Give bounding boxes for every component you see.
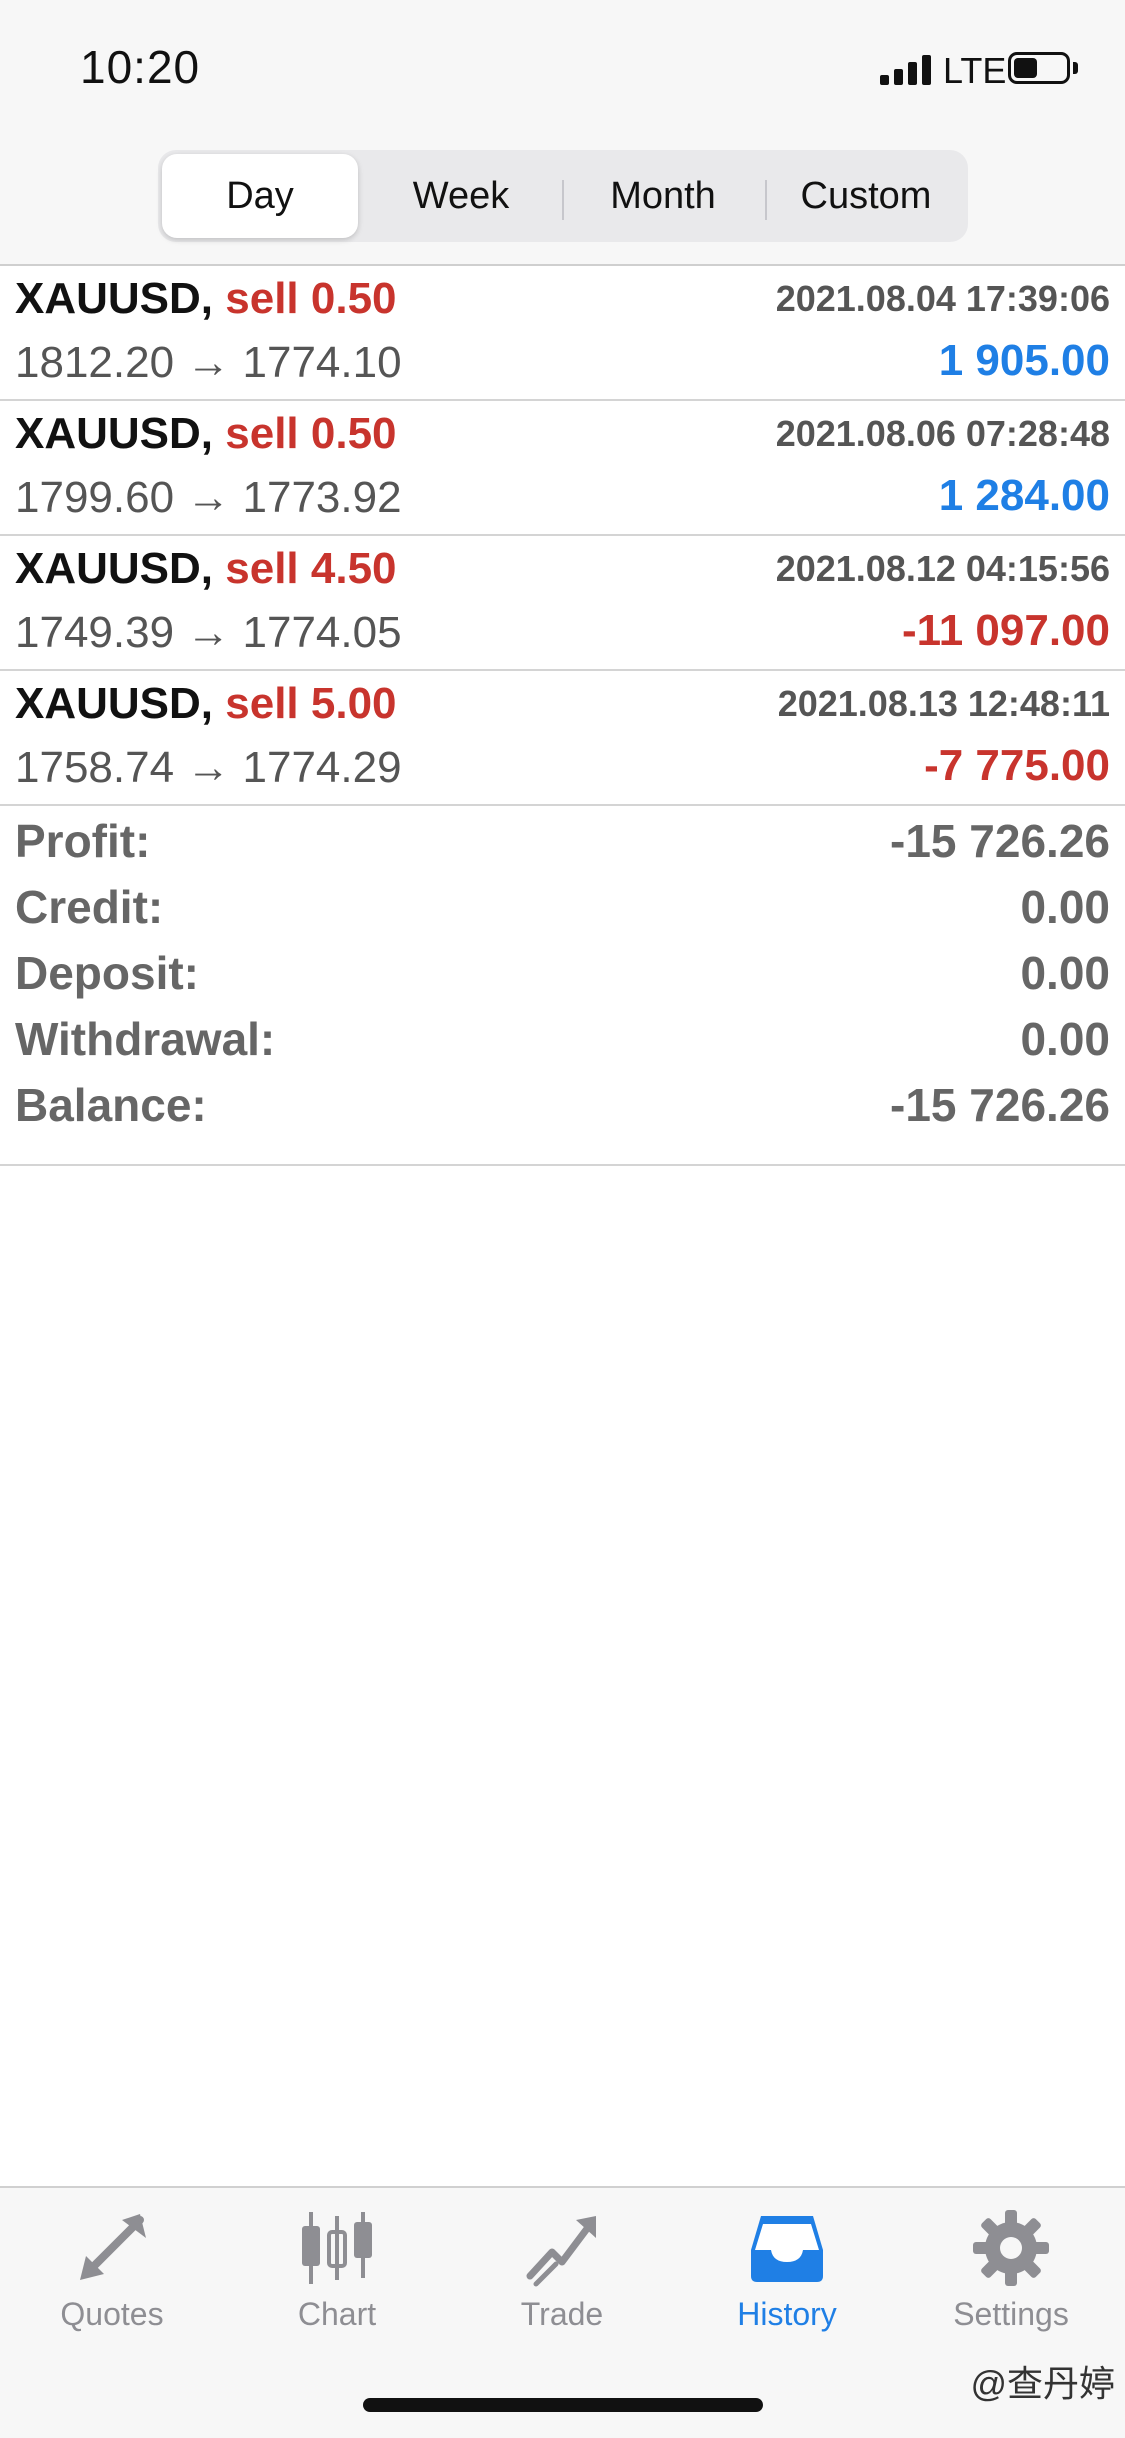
deal-time: 2021.08.04 17:39:06: [775, 278, 1110, 319]
withdrawal-label: Withdrawal:: [15, 1013, 276, 1065]
tab-trade[interactable]: Trade: [462, 2208, 662, 2348]
deal-row[interactable]: XAUUSD, sell 5.00 2021.08.13 12:48:11 17…: [0, 671, 1125, 806]
deal-side: sell 4.50: [225, 544, 397, 593]
withdrawal-value: 0.00: [1020, 1013, 1110, 1065]
tab-day[interactable]: Day: [162, 154, 358, 238]
deal-symbol-line: XAUUSD, sell 0.50: [15, 274, 397, 324]
deal-symbol-line: XAUUSD, sell 0.50: [15, 409, 397, 459]
tab-month[interactable]: Month: [565, 154, 761, 238]
summary-withdrawal-row: Withdrawal: 0.00: [0, 1002, 1125, 1068]
tab-chart-label: Chart: [297, 2296, 377, 2332]
period-segmented-control: Day Week Month Custom: [158, 150, 968, 242]
summary-profit-row: Profit: -15 726.26: [0, 804, 1125, 870]
summary-credit-row: Credit: 0.00: [0, 870, 1125, 936]
credit-value: 0.00: [1020, 881, 1110, 933]
deal-symbol: XAUUSD,: [15, 544, 214, 593]
deal-side: sell 0.50: [225, 274, 397, 323]
tab-history[interactable]: History: [687, 2208, 887, 2348]
deposit-value: 0.00: [1020, 947, 1110, 999]
deal-prices: 1812.20 → 1774.10: [15, 338, 402, 387]
battery-level-fill: [1014, 58, 1037, 78]
deal-profit: -7 775.00: [924, 741, 1110, 790]
battery-icon: [1008, 52, 1070, 84]
deal-symbol: XAUUSD,: [15, 274, 214, 323]
candlestick-chart-icon: [302, 2212, 372, 2284]
status-bar: 10:20 LTE: [0, 0, 1125, 140]
tab-trade-label: Trade: [520, 2296, 604, 2332]
deal-time: 2021.08.06 07:28:48: [775, 413, 1110, 454]
tab-custom[interactable]: Custom: [768, 154, 964, 238]
tab-quotes[interactable]: Quotes: [12, 2208, 212, 2348]
segment-divider: [765, 180, 767, 220]
deal-symbol: XAUUSD,: [15, 679, 214, 728]
balance-label: Balance:: [15, 1079, 207, 1131]
summary-balance-row: Balance: -15 726.26: [0, 1068, 1125, 1134]
balance-value: -15 726.26: [890, 1079, 1110, 1131]
summary-deposit-row: Deposit: 0.00: [0, 936, 1125, 1002]
deal-row[interactable]: XAUUSD, sell 4.50 2021.08.12 04:15:56 17…: [0, 536, 1125, 671]
deal-symbol-line: XAUUSD, sell 4.50: [15, 544, 397, 594]
deal-row[interactable]: XAUUSD, sell 0.50 2021.08.06 07:28:48 17…: [0, 401, 1125, 536]
deal-prices: 1758.74 → 1774.29: [15, 743, 402, 792]
deal-side: sell 0.50: [225, 409, 397, 458]
quotes-arrows-icon: [80, 2214, 146, 2280]
deals-list: XAUUSD, sell 0.50 2021.08.04 17:39:06 18…: [0, 266, 1125, 806]
profit-value: -15 726.26: [890, 815, 1110, 867]
gear-icon: [973, 2210, 1049, 2286]
tab-history-label: History: [737, 2296, 837, 2332]
deal-prices: 1799.60 → 1773.92: [15, 473, 402, 522]
tab-chart[interactable]: Chart: [237, 2208, 437, 2348]
deal-time: 2021.08.12 04:15:56: [775, 548, 1110, 589]
status-time: 10:20: [80, 41, 201, 93]
inbox-tray-icon: [751, 2216, 823, 2282]
watermark: @查丹婷: [970, 2363, 1115, 2404]
tab-quotes-label: Quotes: [60, 2296, 164, 2332]
deal-time: 2021.08.13 12:48:11: [777, 683, 1110, 724]
tab-week[interactable]: Week: [363, 154, 559, 238]
deal-row[interactable]: XAUUSD, sell 0.50 2021.08.04 17:39:06 18…: [0, 266, 1125, 401]
battery-tip: [1073, 62, 1078, 74]
deposit-label: Deposit:: [15, 947, 199, 999]
trade-trend-icon: [526, 2216, 596, 2287]
segment-divider: [562, 180, 564, 220]
deal-profit: -11 097.00: [902, 606, 1110, 655]
tab-settings-label: Settings: [953, 2296, 1069, 2332]
deal-symbol: XAUUSD,: [15, 409, 214, 458]
deal-profit: 1 284.00: [938, 471, 1110, 520]
credit-label: Credit:: [15, 881, 164, 933]
deal-profit: 1 905.00: [938, 336, 1110, 385]
home-indicator[interactable]: [363, 2398, 763, 2412]
period-header: Day Week Month Custom: [0, 140, 1125, 266]
tab-settings[interactable]: Settings: [911, 2208, 1111, 2348]
profit-label: Profit:: [15, 815, 151, 867]
deal-prices: 1749.39 → 1774.05: [15, 608, 402, 657]
deal-side: sell 5.00: [225, 679, 397, 728]
network-type: LTE: [943, 50, 1007, 91]
deal-symbol-line: XAUUSD, sell 5.00: [15, 679, 397, 729]
cellular-signal-icon: [880, 55, 931, 85]
account-summary: Profit: -15 726.26 Credit: 0.00 Deposit:…: [0, 804, 1125, 1166]
